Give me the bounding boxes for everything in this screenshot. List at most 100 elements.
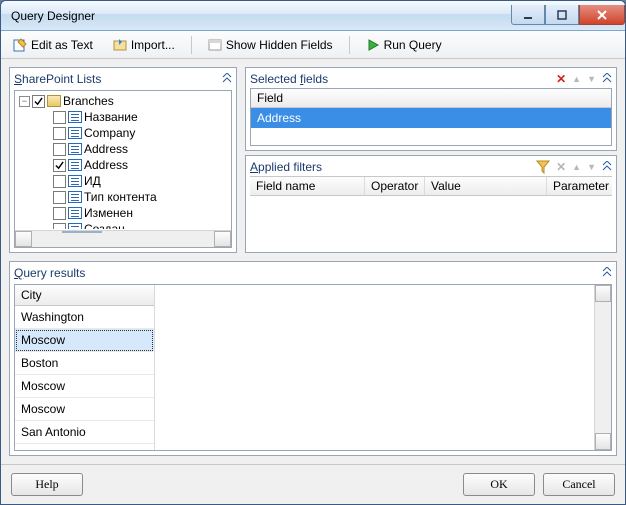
move-filter-down-icon[interactable]: ▼ (587, 162, 596, 172)
folder-icon (47, 95, 61, 107)
minimize-button[interactable] (511, 5, 545, 25)
ok-button[interactable]: OK (463, 473, 535, 496)
import-button[interactable]: Import... (109, 36, 179, 54)
collapse-selected-fields-icon[interactable] (602, 73, 612, 86)
collapse-applied-filters-icon[interactable] (602, 161, 612, 174)
toolbar-separator (191, 36, 192, 54)
tree-item[interactable]: Тип контента (19, 189, 229, 205)
show-hidden-fields-button[interactable]: Show Hidden Fields (204, 36, 337, 54)
toolbar: Edit as Text Import... Show Hidden Field… (1, 31, 625, 59)
result-row[interactable]: Moscow (15, 329, 154, 352)
scroll-thumb[interactable] (62, 231, 102, 233)
af-title-accel: A (250, 160, 258, 174)
field-icon (68, 111, 82, 123)
results-column-header[interactable]: City (15, 285, 154, 306)
result-row[interactable]: Boston (15, 352, 154, 375)
applied-filters-panel: Applied filters ✕ ▲ ▼ Field name Operato… (245, 155, 617, 253)
tree-item[interactable]: Изменен (19, 205, 229, 221)
col-operator[interactable]: Operator (365, 177, 425, 195)
result-row[interactable]: Moscow (15, 398, 154, 421)
selected-field-row[interactable]: Address (251, 108, 611, 128)
results-column: City WashingtonMoscowBostonMoscowMoscowS… (15, 285, 155, 450)
field-checkbox[interactable] (53, 143, 66, 156)
close-icon (596, 10, 608, 20)
query-designer-window: Query Designer Edit as Text Import... (0, 0, 626, 505)
field-checkbox[interactable] (53, 207, 66, 220)
scroll-right-arrow[interactable] (214, 231, 231, 247)
scroll-left-arrow[interactable] (15, 231, 32, 247)
help-button[interactable]: Help (11, 473, 83, 496)
query-results-grid[interactable]: City WashingtonMoscowBostonMoscowMoscowS… (14, 284, 612, 451)
field-icon (68, 207, 82, 219)
tree-item[interactable]: Название (19, 109, 229, 125)
sharepoint-tree[interactable]: − Branches Название Company Address Address… (14, 90, 232, 248)
root-checkbox[interactable] (32, 95, 45, 108)
edit-as-text-button[interactable]: Edit as Text (9, 36, 97, 54)
applied-filters-body[interactable] (250, 196, 612, 248)
field-checkbox[interactable] (53, 127, 66, 140)
field-icon (68, 127, 82, 139)
tree-root-row[interactable]: − Branches (19, 93, 229, 109)
add-filter-icon[interactable] (536, 160, 550, 174)
field-checkbox[interactable] (53, 159, 66, 172)
result-row[interactable]: Moscow (15, 375, 154, 398)
query-results-title: Query results (10, 262, 616, 280)
expand-toggle[interactable]: − (19, 96, 30, 107)
col-value[interactable]: Value (425, 177, 547, 195)
import-label: Import... (131, 38, 175, 52)
tree-item-label: Создан (84, 222, 125, 229)
upper-panels: SharePoint Lists − Branches Н (9, 67, 617, 253)
run-query-label: Run Query (384, 38, 442, 52)
maximize-button[interactable] (545, 5, 579, 25)
field-checkbox[interactable] (53, 223, 66, 230)
tree-horizontal-scrollbar[interactable] (15, 230, 231, 247)
qr-title-rest: uery results (23, 266, 85, 280)
collapse-results-icon[interactable] (602, 267, 612, 280)
move-field-up-icon[interactable]: ▲ (572, 74, 581, 84)
tree-item-label: Address (84, 158, 128, 172)
qr-title-accel: Q (14, 266, 23, 280)
tree-item-label: Company (84, 126, 135, 140)
titlebar[interactable]: Query Designer (1, 1, 625, 31)
results-vertical-scrollbar[interactable] (594, 285, 611, 450)
run-query-button[interactable]: Run Query (362, 36, 446, 54)
af-title-rest: pplied filters (258, 160, 322, 174)
tree-item[interactable]: Создан (19, 221, 229, 229)
applied-filters-columns: Field name Operator Value Parameter (250, 176, 612, 196)
tree-item-label: Address (84, 142, 128, 156)
dialog-footer: Help OK Cancel (1, 464, 625, 504)
selected-fields-list[interactable]: Field Address (250, 88, 612, 146)
scroll-down-arrow[interactable] (595, 433, 611, 450)
move-filter-up-icon[interactable]: ▲ (572, 162, 581, 172)
field-checkbox[interactable] (53, 111, 66, 124)
dialog-body: SharePoint Lists − Branches Н (1, 59, 625, 464)
remove-filter-icon[interactable]: ✕ (556, 160, 566, 174)
run-icon (366, 38, 380, 52)
scroll-up-arrow[interactable] (595, 285, 611, 302)
tree-item[interactable]: Company (19, 125, 229, 141)
sharepoint-lists-panel: SharePoint Lists − Branches Н (9, 67, 237, 253)
tree-item-label: Название (84, 110, 138, 124)
right-column: Selected fields ✕ ▲ ▼ Field Address (245, 67, 617, 253)
close-button[interactable] (579, 5, 625, 25)
field-icon (68, 223, 82, 229)
remove-field-icon[interactable]: ✕ (556, 72, 566, 86)
cancel-button[interactable]: Cancel (543, 473, 615, 496)
field-icon (68, 143, 82, 155)
field-icon (68, 191, 82, 203)
show-hidden-icon (208, 38, 222, 52)
result-row[interactable]: Washington (15, 306, 154, 329)
move-field-down-icon[interactable]: ▼ (587, 74, 596, 84)
tree-item[interactable]: ИД (19, 173, 229, 189)
tree-item[interactable]: Address (19, 141, 229, 157)
selected-fields-header-field[interactable]: Field (251, 89, 611, 108)
tree-item[interactable]: Address (19, 157, 229, 173)
collapse-sharepoint-icon[interactable] (222, 73, 232, 86)
col-field-name[interactable]: Field name (250, 177, 365, 195)
maximize-icon (557, 10, 567, 20)
field-checkbox[interactable] (53, 191, 66, 204)
col-parameter[interactable]: Parameter (547, 177, 612, 195)
result-row[interactable]: San Antonio (15, 421, 154, 444)
tree-item-label: Изменен (84, 206, 133, 220)
field-checkbox[interactable] (53, 175, 66, 188)
